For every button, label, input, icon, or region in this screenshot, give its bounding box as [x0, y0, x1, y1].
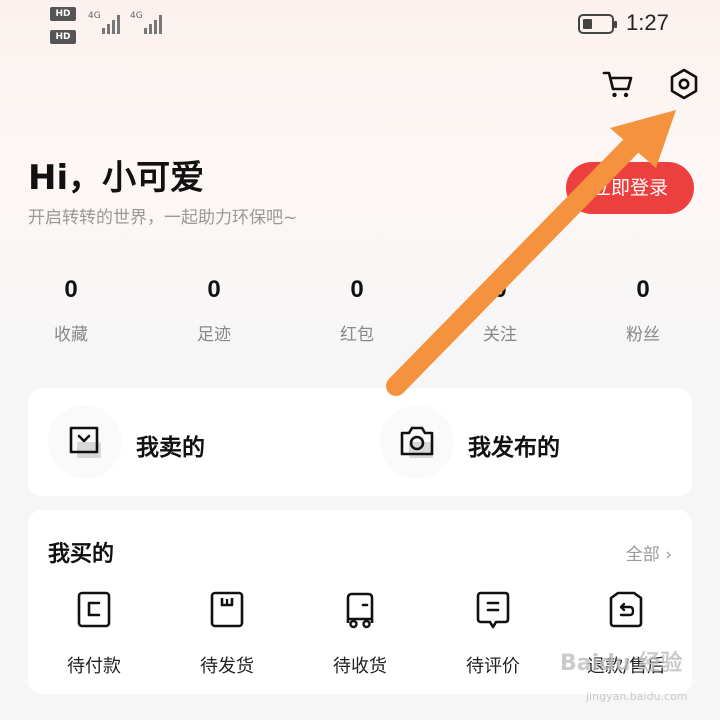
status-bar: HD HD 4G 4G 1:27 — [0, 0, 720, 50]
signal-icon-1 — [102, 14, 120, 34]
settings-icon[interactable] — [664, 64, 704, 104]
network-type-1: 4G — [88, 11, 101, 21]
camera-icon — [400, 426, 434, 458]
stat-red-packets[interactable]: 0 红包 — [307, 276, 407, 345]
order-label: 待收货 — [333, 656, 387, 677]
order-pending-shipment[interactable]: 待发货 — [172, 590, 282, 678]
arrow-head — [610, 110, 676, 168]
login-button[interactable]: 立即登录 — [566, 162, 694, 214]
order-label: 待评价 — [466, 656, 520, 677]
stats-row: 0 收藏 0 足迹 0 红包 0 关注 0 粉丝 — [0, 276, 720, 356]
stat-value: 0 — [636, 276, 650, 303]
order-pending-receipt[interactable]: 待收货 — [305, 590, 415, 678]
sell-card: 我卖的 我发布的 — [28, 388, 692, 496]
hd-badge-sim2: HD — [50, 30, 76, 44]
stat-history[interactable]: 0 足迹 — [164, 276, 264, 345]
network-type-2: 4G — [130, 11, 143, 21]
hd-badge-sim1: HD — [50, 7, 76, 21]
box-icon — [210, 591, 244, 628]
stat-value: 0 — [493, 276, 507, 303]
greeting-title: Hi，小可爱 — [28, 158, 205, 198]
truck-icon — [346, 592, 374, 629]
signal-icon-2 — [144, 14, 162, 34]
order-pending-review[interactable]: 待评价 — [438, 590, 548, 678]
stat-label: 粉丝 — [626, 325, 660, 345]
stat-label: 收藏 — [54, 325, 88, 345]
stat-value: 0 — [350, 276, 364, 303]
buy-card-title: 我买的 — [48, 542, 115, 567]
sold-icon — [69, 426, 101, 458]
clock: 1:27 — [626, 10, 669, 35]
published-icon-wrap[interactable] — [380, 405, 454, 479]
comment-icon — [476, 591, 510, 629]
battery-icon — [578, 14, 617, 34]
watermark: Baidu 经验 — [560, 651, 683, 676]
order-label: 待付款 — [67, 656, 121, 677]
cart-icon[interactable] — [598, 64, 638, 104]
sold-label[interactable]: 我卖的 — [136, 428, 205, 462]
stat-label: 关注 — [483, 325, 517, 345]
published-label[interactable]: 我发布的 — [468, 428, 560, 462]
wallet-icon — [77, 591, 111, 628]
stat-following[interactable]: 0 关注 — [450, 276, 550, 345]
stat-label: 足迹 — [197, 325, 231, 345]
stat-followers[interactable]: 0 粉丝 — [593, 276, 693, 345]
stat-label: 红包 — [340, 325, 374, 345]
greeting-subtitle: 开启转转的世界，一起助力环保吧~ — [28, 208, 298, 228]
order-label: 待发货 — [200, 656, 254, 677]
stat-favorites[interactable]: 0 收藏 — [21, 276, 121, 345]
stat-value: 0 — [207, 276, 221, 303]
watermark-url: jingyan.baidu.com — [586, 690, 688, 703]
refund-icon — [609, 591, 643, 628]
order-pending-payment[interactable]: 待付款 — [39, 590, 149, 678]
stat-value: 0 — [64, 276, 78, 303]
view-all-orders-link[interactable]: 全部 › — [626, 540, 672, 565]
sold-icon-wrap[interactable] — [48, 405, 122, 479]
